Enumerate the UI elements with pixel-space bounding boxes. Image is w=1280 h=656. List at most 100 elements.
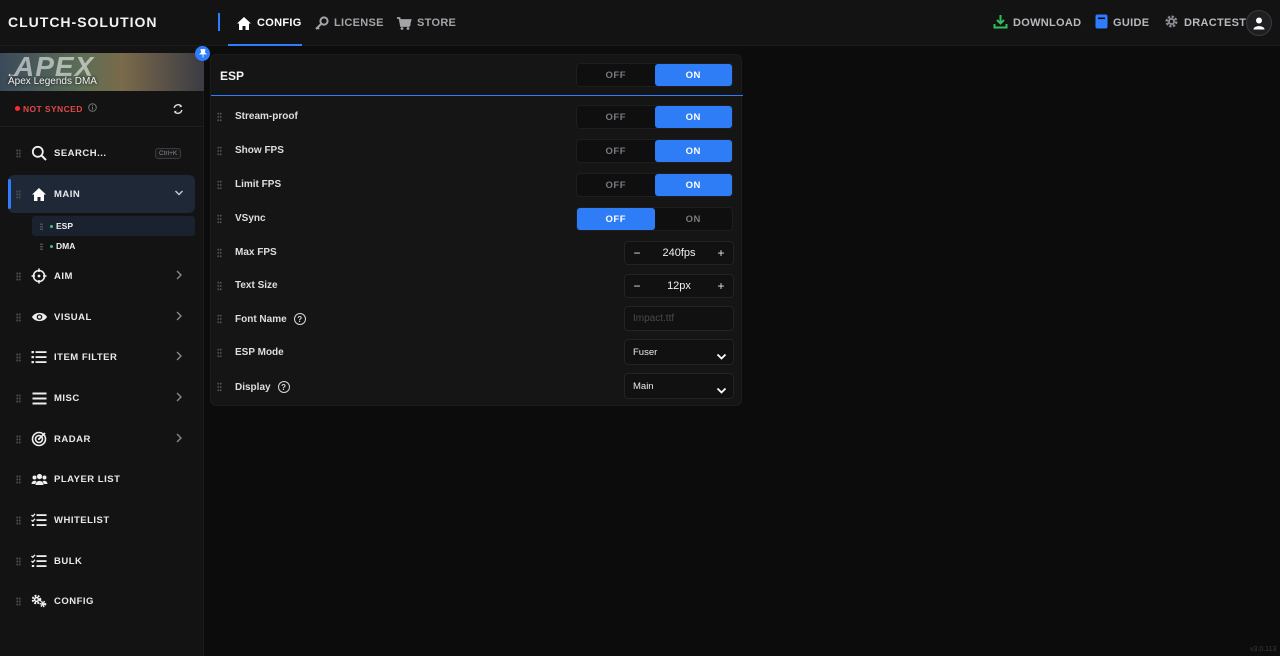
sidebar-subitem-dma[interactable]: DMA [32, 236, 195, 256]
radar-icon [30, 430, 48, 448]
tab-config[interactable]: CONFIG [228, 0, 302, 46]
setting-row-display: Display? Main [211, 370, 743, 404]
drag-handle-icon[interactable] [16, 596, 21, 606]
drag-handle-icon[interactable] [16, 474, 21, 484]
increment-button[interactable]: + [712, 278, 730, 294]
refresh-icon[interactable] [172, 102, 184, 120]
sidebar-item-item-filter[interactable]: ITEM FILTER [0, 338, 204, 376]
setting-label: Stream-proof [235, 111, 298, 122]
drag-handle-icon[interactable] [16, 312, 21, 322]
sidebar-item-player-list[interactable]: PLAYER LIST [0, 460, 204, 498]
status-dot [50, 224, 53, 228]
text-size-stepper[interactable]: − 12px + [624, 274, 734, 298]
drag-handle-icon[interactable] [217, 314, 222, 324]
toggle-off-option[interactable]: OFF [577, 106, 655, 128]
chevron-right-icon [175, 308, 183, 326]
sidebar: APEX ← Apex Legends DMA NOT SYNCED SEARC… [0, 46, 204, 656]
increment-button[interactable]: + [712, 245, 730, 261]
info-icon[interactable] [87, 103, 97, 114]
toggle-on-option[interactable]: ON [654, 106, 732, 128]
stream-proof-toggle[interactable]: OFF ON [576, 105, 733, 129]
checklist-icon [30, 552, 48, 570]
display-select[interactable]: Main [624, 373, 734, 399]
sidebar-item-label: AIM [54, 270, 73, 282]
stepper-value[interactable]: 12px [649, 280, 709, 292]
search-label: SEARCH... [54, 147, 107, 159]
sidebar-item-bulk[interactable]: BULK [0, 542, 204, 580]
checklist-icon [30, 511, 48, 529]
toggle-off-option[interactable]: OFF [577, 140, 655, 162]
stepper-value[interactable]: 240fps [649, 247, 709, 259]
toggle-off-option[interactable]: OFF [577, 64, 655, 86]
settings-user-button[interactable]: DRACTEST [1164, 0, 1246, 46]
avatar[interactable] [1246, 10, 1272, 36]
drag-handle-icon[interactable] [16, 271, 21, 281]
esp-mode-select[interactable]: Fuser [624, 339, 734, 365]
guide-button[interactable]: GUIDE [1095, 0, 1149, 46]
search-icon [30, 144, 48, 162]
panel-header: ESP OFF ON [211, 55, 743, 96]
drag-handle-icon[interactable] [16, 393, 21, 403]
drag-handle-icon[interactable] [16, 434, 21, 444]
setting-row-limit-fps: Limit FPS OFF ON [211, 168, 743, 202]
sidebar-search[interactable]: SEARCH... Ctrl+K [0, 134, 204, 172]
limit-fps-toggle[interactable]: OFF ON [576, 173, 733, 197]
select-value: Main [633, 381, 654, 392]
subitem-label: DMA [56, 241, 76, 251]
toggle-on-option[interactable]: ON [654, 64, 732, 86]
help-icon[interactable]: ? [277, 381, 290, 393]
game-banner[interactable]: APEX ← Apex Legends DMA [0, 53, 204, 91]
sidebar-item-whitelist[interactable]: WHITELIST [0, 501, 204, 539]
toggle-on-option[interactable]: ON [654, 174, 732, 196]
toggle-off-option[interactable]: OFF [577, 208, 655, 230]
drag-handle-icon[interactable] [217, 112, 222, 122]
setting-label: Text Size [235, 280, 278, 291]
drag-handle-icon[interactable] [16, 352, 21, 362]
toggle-on-option[interactable]: ON [654, 140, 732, 162]
sidebar-item-aim[interactable]: AIM [0, 257, 204, 295]
drag-handle-icon[interactable] [40, 242, 43, 250]
drag-handle-icon[interactable] [217, 248, 222, 258]
drag-handle-icon[interactable] [40, 222, 43, 230]
sidebar-item-radar[interactable]: RADAR [0, 420, 204, 458]
drag-handle-icon[interactable] [217, 214, 222, 224]
drag-handle-icon[interactable] [217, 348, 222, 358]
brand-title: CLUTCH-SOLUTION [8, 14, 158, 30]
sidebar-item-config[interactable]: CONFIG [0, 582, 204, 620]
drag-handle-icon[interactable] [217, 180, 222, 190]
font-name-input[interactable]: Impact.ttf [624, 306, 734, 331]
drag-handle-icon[interactable] [16, 189, 21, 199]
tab-license[interactable]: LICENSE [314, 0, 384, 46]
max-fps-stepper[interactable]: − 240fps + [624, 241, 734, 265]
drag-handle-icon[interactable] [16, 556, 21, 566]
sidebar-item-label: WHITELIST [54, 514, 110, 526]
toggle-on-option[interactable]: ON [655, 208, 733, 230]
help-icon[interactable]: ? [293, 313, 306, 325]
chevron-down-icon [716, 348, 727, 366]
sidebar-subitem-esp[interactable]: ESP [32, 216, 195, 236]
show-fps-toggle[interactable]: OFF ON [576, 139, 733, 163]
setting-row-vsync: VSync OFF ON [211, 202, 743, 236]
gear-icon [1164, 14, 1179, 32]
chevron-right-icon [175, 389, 183, 407]
tab-label: CONFIG [257, 17, 302, 29]
divider [218, 13, 220, 31]
vsync-toggle[interactable]: OFF ON [576, 207, 733, 231]
tab-store[interactable]: STORE [396, 0, 456, 46]
download-button[interactable]: DOWNLOAD [993, 0, 1081, 46]
toggle-off-option[interactable]: OFF [577, 174, 655, 196]
sidebar-item-misc[interactable]: MISC [0, 379, 204, 417]
decrement-button[interactable]: − [628, 278, 646, 294]
esp-master-toggle[interactable]: OFF ON [576, 63, 733, 87]
sidebar-item-visual[interactable]: VISUAL [0, 298, 204, 336]
sidebar-item-main[interactable]: MAIN [8, 175, 195, 213]
pin-icon[interactable] [195, 46, 210, 61]
drag-handle-icon[interactable] [217, 146, 222, 156]
chevron-right-icon [175, 267, 183, 285]
drag-handle-icon[interactable] [217, 281, 222, 291]
decrement-button[interactable]: − [628, 245, 646, 261]
drag-handle-icon[interactable] [16, 148, 21, 158]
crosshair-icon [30, 267, 48, 285]
drag-handle-icon[interactable] [217, 382, 222, 392]
drag-handle-icon[interactable] [16, 515, 21, 525]
